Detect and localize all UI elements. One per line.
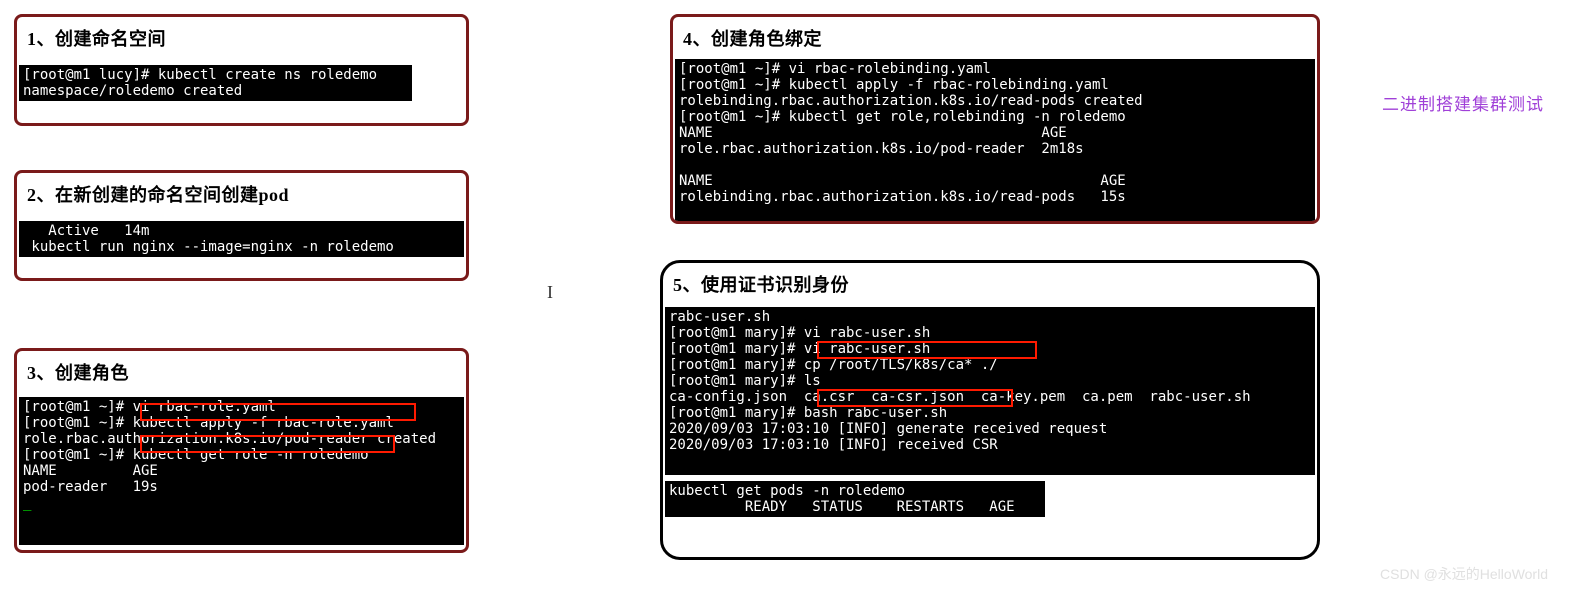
term-line: namespace/roledemo created [23, 83, 242, 99]
step-5-title: 5、使用证书识别身份 [663, 263, 1317, 303]
term-line: role.rbac.authorization.k8s.io/pod-reade… [23, 431, 436, 447]
term-line: ca-config.json ca.csr ca-csr.json ca-key… [669, 389, 1251, 405]
term-line: [root@m1 mary]# vi rabc-user.sh [669, 341, 930, 357]
term-line: pod-reader 19s [23, 479, 158, 495]
term-line: kubectl run nginx --image=nginx -n roled… [23, 239, 394, 255]
side-annotation: 二进制搭建集群测试 [1382, 90, 1544, 115]
text-cursor-icon: I [547, 282, 553, 303]
step-2-card: 2、在新创建的命名空间创建pod Active 14m kubectl run … [14, 170, 469, 281]
step-1-title: 1、创建命名空间 [17, 17, 466, 57]
step-1-card: 1、创建命名空间 [root@m1 lucy]# kubectl create … [14, 14, 469, 126]
term-line: rolebinding.rbac.authorization.k8s.io/re… [679, 93, 1143, 109]
term-line: NAME AGE [679, 173, 1126, 189]
term-line: NAME AGE [679, 125, 1067, 141]
terminal-c1: [root@m1 lucy]# kubectl create ns rolede… [19, 65, 412, 101]
terminal-c3: [root@m1 ~]# vi rbac-role.yaml [root@m1 … [19, 397, 464, 545]
step-4-card: 4、创建角色绑定 [root@m1 ~]# vi rbac-rolebindin… [670, 14, 1320, 224]
term-line: [root@m1 ~]# kubectl apply -f rbac-role.… [23, 415, 394, 431]
term-line: [root@m1 ~]# vi rbac-role.yaml [23, 399, 276, 415]
term-line: [root@m1 ~]# kubectl apply -f rbac-roleb… [679, 77, 1109, 93]
term-line: [root@m1 mary]# ls [669, 373, 821, 389]
term-line: [root@m1 mary]# cp /root/TLS/k8s/ca* ./ [669, 357, 998, 373]
step-2-title: 2、在新创建的命名空间创建pod [17, 173, 466, 213]
term-line: 2020/09/03 17:03:10 [INFO] received CSR [669, 437, 998, 453]
term-line: [root@m1 lucy]# kubectl create ns rolede… [23, 67, 377, 83]
term-line: READY STATUS RESTARTS AGE [669, 499, 1015, 515]
terminal-c5a: rabc-user.sh [root@m1 mary]# vi rabc-use… [665, 307, 1315, 475]
term-line: [root@m1 mary]# vi rabc-user.sh [669, 325, 930, 341]
term-line: [root@m1 ~]# kubectl get role -n roledem… [23, 447, 369, 463]
term-line: 2020/09/03 17:03:10 [INFO] generate rece… [669, 421, 1107, 437]
term-line: [root@m1 ~]# kubectl get role,rolebindin… [679, 109, 1126, 125]
watermark: CSDN @永远的HelloWorld [1380, 564, 1548, 584]
term-line: rabc-user.sh [669, 309, 770, 325]
term-line: rolebinding.rbac.authorization.k8s.io/re… [679, 189, 1126, 205]
term-line: kubectl get pods -n roledemo [669, 483, 905, 499]
term-line: Active 14m [23, 223, 149, 239]
term-line: [root@m1 ~]# vi rbac-rolebinding.yaml [679, 61, 991, 77]
term-line: NAME AGE [23, 463, 158, 479]
term-cursor-icon: _ [23, 495, 31, 511]
step-3-card: 3、创建角色 [root@m1 ~]# vi rbac-role.yaml [r… [14, 348, 469, 553]
terminal-c5b: kubectl get pods -n roledemo READY STATU… [665, 481, 1045, 517]
step-5-card: 5、使用证书识别身份 rabc-user.sh [root@m1 mary]# … [660, 260, 1320, 560]
terminal-c2: Active 14m kubectl run nginx --image=ngi… [19, 221, 464, 257]
step-4-title: 4、创建角色绑定 [673, 17, 1317, 57]
term-line: [root@m1 mary]# bash rabc-user.sh [669, 405, 947, 421]
step-3-title: 3、创建角色 [17, 351, 466, 391]
terminal-c4: [root@m1 ~]# vi rbac-rolebinding.yaml [r… [675, 59, 1315, 224]
term-line: role.rbac.authorization.k8s.io/pod-reade… [679, 141, 1084, 157]
